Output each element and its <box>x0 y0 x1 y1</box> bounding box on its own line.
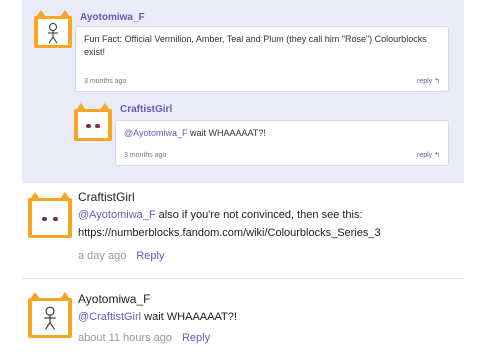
mention-link[interactable]: @Ayotomiwa_F <box>78 209 156 221</box>
comment-meta: a day ago Reply <box>78 250 164 262</box>
reply-arrow-icon: ↰ <box>434 78 440 85</box>
reply-button[interactable]: Reply <box>136 250 164 262</box>
mention-link[interactable]: @CraftistGirl <box>78 311 141 323</box>
comment-time: 3 months ago <box>124 152 167 159</box>
comment-username[interactable]: CraftistGirl <box>78 190 135 204</box>
reply-button[interactable]: Reply <box>182 332 210 344</box>
avatar-craftistgirl[interactable] <box>28 192 72 238</box>
comment-bubble: Fun Fact: Official Vermilion, Amber, Tea… <box>75 26 449 92</box>
mention-link[interactable]: @Ayotomiwa_F <box>124 128 188 138</box>
comment-bubble: @Ayotomiwa_F wait WHAAAAAT?! 3 months ag… <box>115 120 449 166</box>
avatar-ayotomiwa[interactable] <box>34 10 72 48</box>
comment-meta: about 11 hours ago Reply <box>78 332 210 344</box>
avatar-ayotomiwa[interactable] <box>28 292 72 338</box>
comment-text: @CraftistGirl wait WHAAAAAT?! <box>78 311 237 323</box>
reply-button[interactable]: reply ↰ <box>417 77 440 85</box>
stick-figure-icon <box>44 306 56 330</box>
stick-figure-icon <box>48 23 58 44</box>
comment-time: a day ago <box>78 250 127 262</box>
reply-arrow-icon: ↰ <box>434 152 440 159</box>
comment-time: 3 months ago <box>84 78 127 85</box>
comment-username[interactable]: Ayotomiwa_F <box>78 292 150 306</box>
comment-text: @Ayotomiwa_F also if you're not convince… <box>78 209 363 221</box>
comment-text: @Ayotomiwa_F wait WHAAAAAT?! <box>124 128 266 138</box>
comment-link[interactable]: https://numberblocks.fandom.com/wiki/Col… <box>78 224 381 242</box>
comment-time: about 11 hours ago <box>78 332 172 344</box>
avatar-craftistgirl[interactable] <box>74 103 112 141</box>
comment-username[interactable]: CraftistGirl <box>120 104 172 115</box>
reply-button[interactable]: reply ↰ <box>417 151 440 159</box>
comment-text: Fun Fact: Official Vermilion, Amber, Tea… <box>84 34 427 57</box>
divider <box>22 278 464 279</box>
comment-username[interactable]: Ayotomiwa_F <box>80 12 145 23</box>
